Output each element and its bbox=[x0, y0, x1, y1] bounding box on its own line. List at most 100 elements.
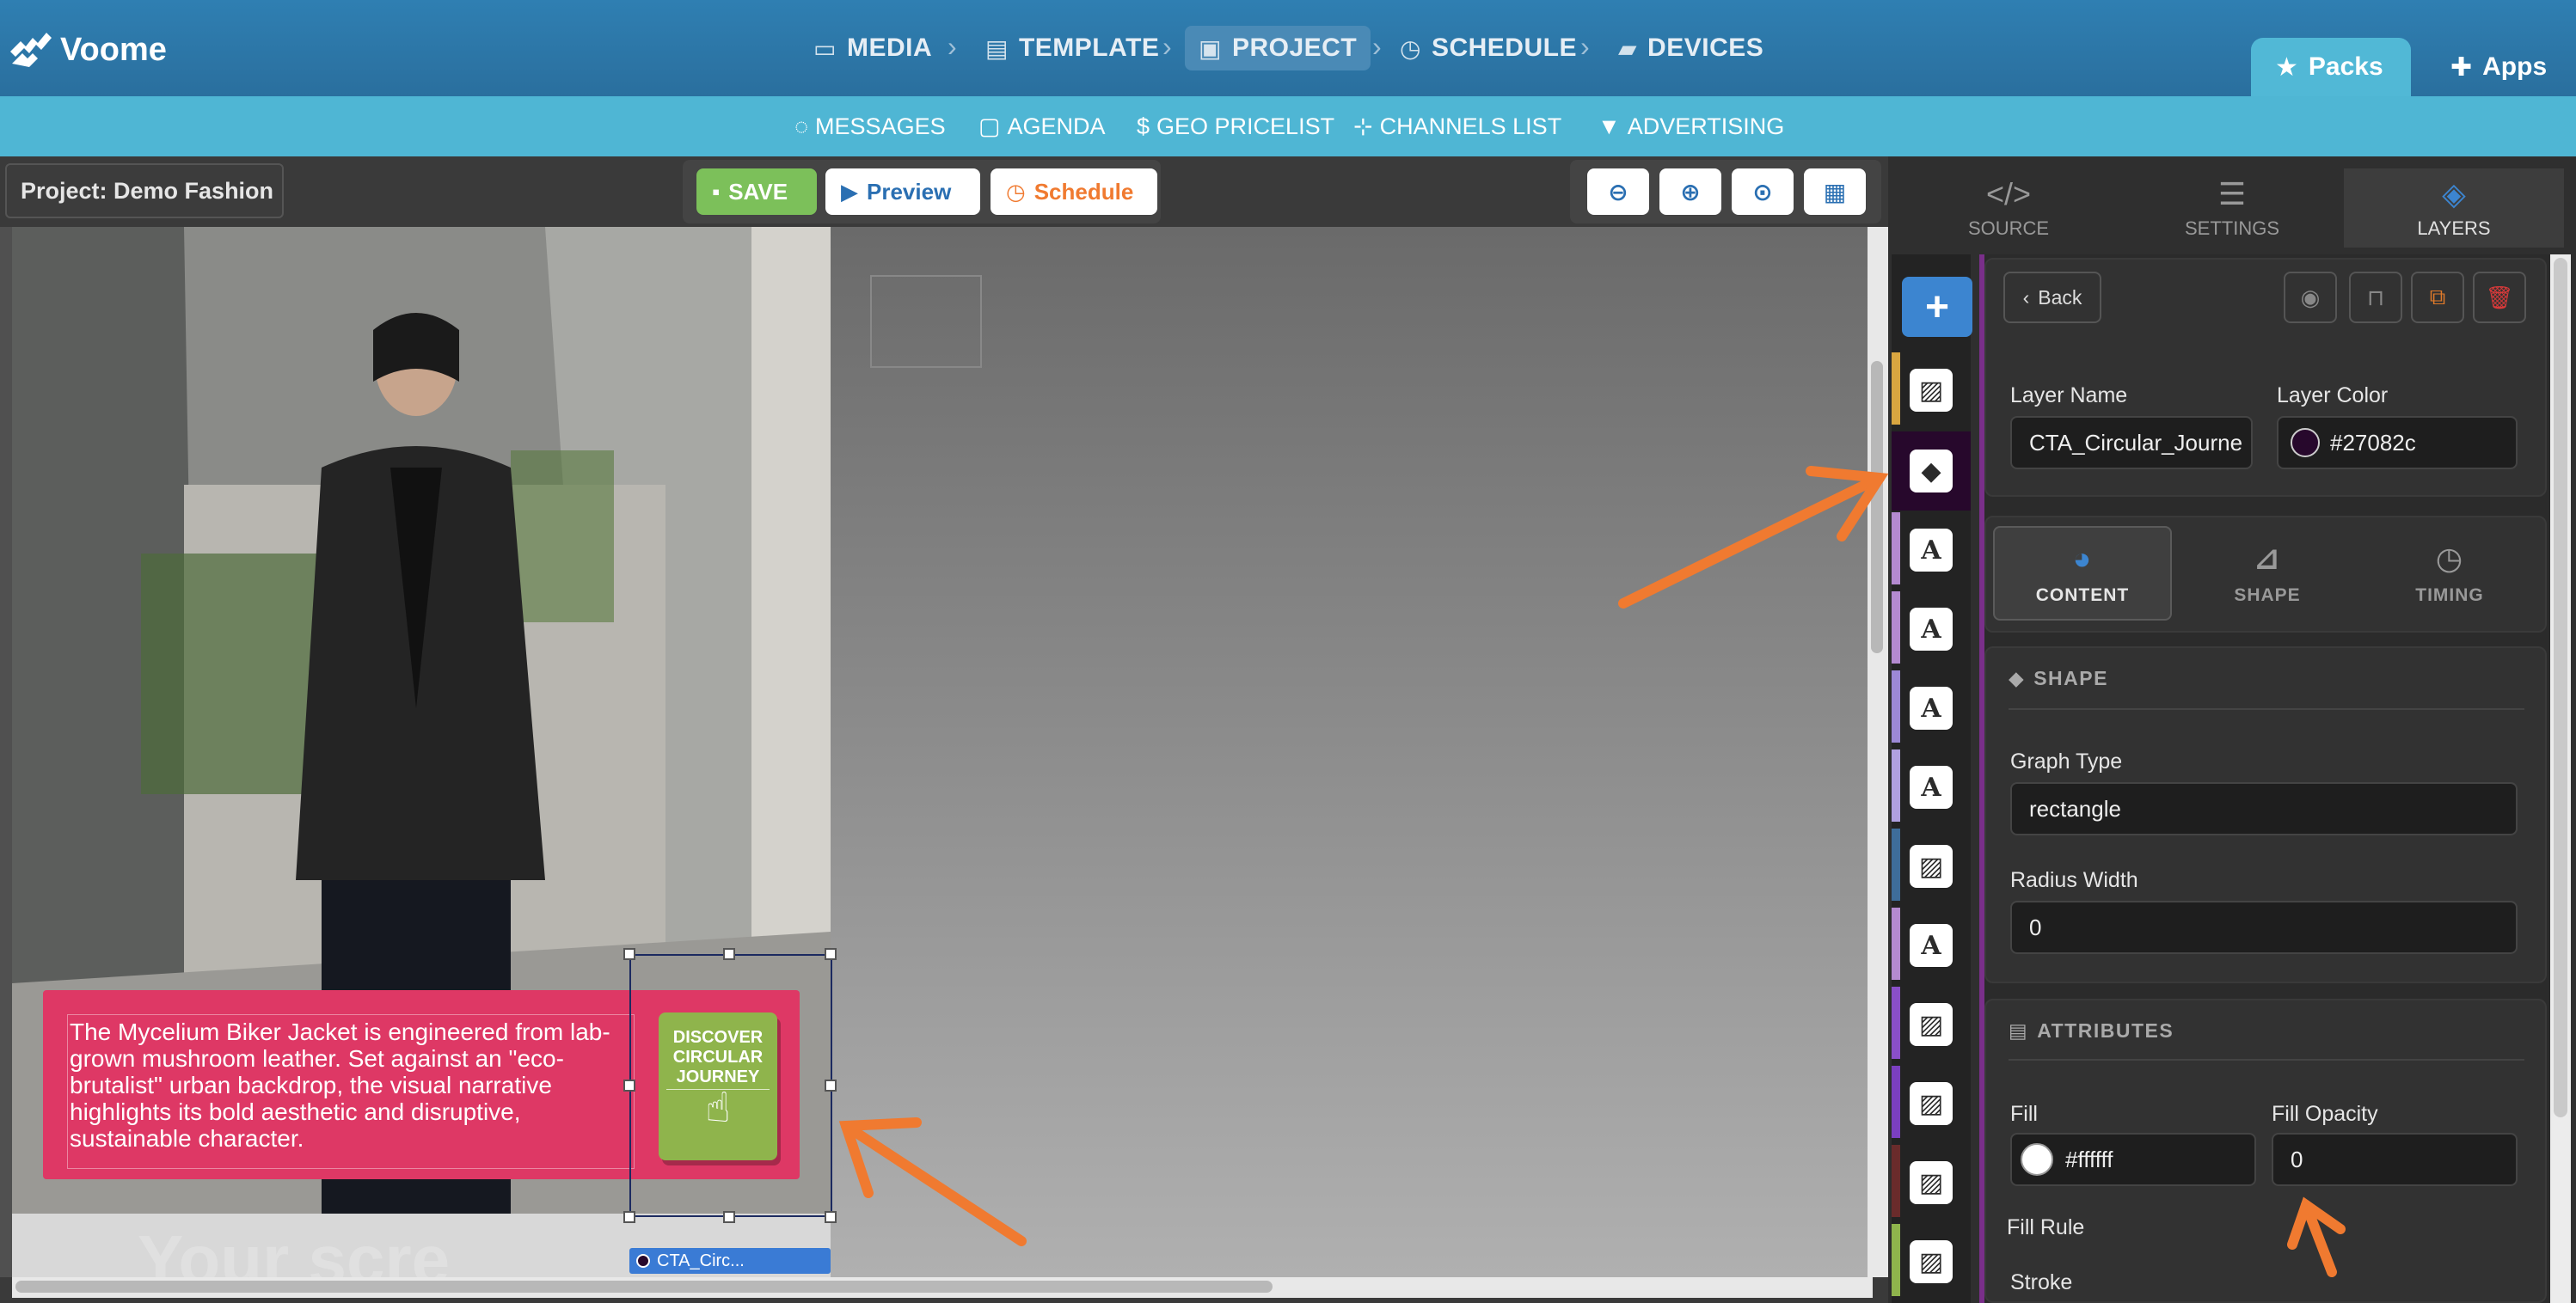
layer-tag-label: CTA_Circ... bbox=[657, 1251, 745, 1270]
layer-item[interactable]: ▨ bbox=[1892, 351, 1971, 430]
filter-dollar-icon: ▼ bbox=[1598, 113, 1621, 139]
chevron-right-icon: › bbox=[1372, 31, 1382, 62]
tab-source[interactable]: </> SOURCE bbox=[1952, 168, 2065, 248]
layer-item[interactable]: ▨ bbox=[1892, 1064, 1971, 1143]
lock-button[interactable]: ⊓ bbox=[2349, 272, 2402, 323]
chevron-right-icon: › bbox=[1162, 31, 1172, 62]
image-icon: ▨ bbox=[1910, 369, 1953, 412]
resize-handle[interactable] bbox=[825, 948, 837, 960]
zoom-out-button[interactable]: ⊖ bbox=[1587, 168, 1649, 215]
vertical-ruler bbox=[0, 227, 12, 1277]
resize-handle[interactable] bbox=[623, 1211, 635, 1223]
back-label: Back bbox=[2038, 285, 2082, 309]
logo-mark-icon bbox=[7, 26, 55, 74]
tab-content[interactable]: ◕ CONTENT bbox=[1993, 526, 2172, 621]
caption-text[interactable]: The Mycelium Biker Jacket is engineered … bbox=[67, 1014, 635, 1169]
layer-item[interactable]: ▨ bbox=[1892, 1143, 1971, 1222]
panel-scroll-thumb[interactable] bbox=[2554, 258, 2567, 1117]
layer-name-label: Layer Name bbox=[2010, 383, 2128, 407]
subnav-geo-pricelist-label: GEO PRICELIST bbox=[1156, 113, 1335, 139]
subnav-channels-list[interactable]: ⊹ CHANNELS LIST bbox=[1353, 110, 1561, 143]
layer-item[interactable]: ▨ bbox=[1892, 985, 1971, 1064]
nav-media-label: MEDIA bbox=[846, 34, 933, 62]
resize-handle[interactable] bbox=[623, 1080, 635, 1092]
delete-button[interactable]: 🗑 bbox=[2473, 272, 2526, 323]
trash-icon: 🗑 bbox=[2485, 284, 2514, 310]
visibility-button[interactable]: ◉ bbox=[2284, 272, 2337, 323]
schedule-button[interactable]: ◷ Schedule bbox=[991, 168, 1157, 215]
text-icon: A bbox=[1910, 608, 1953, 651]
tab-shape[interactable]: ⊿ SHAPE bbox=[2211, 526, 2323, 621]
nav-devices[interactable]: ▰ DEVICES bbox=[1604, 26, 1777, 70]
radius-width-input[interactable]: 0 bbox=[2010, 901, 2518, 954]
layer-item[interactable]: A bbox=[1892, 669, 1971, 748]
packs-label: Packs bbox=[2308, 52, 2383, 81]
play-icon: ▶ bbox=[841, 178, 858, 205]
layer-item[interactable]: ▨ bbox=[1892, 1222, 1971, 1301]
vertical-scroll-thumb[interactable] bbox=[1871, 361, 1883, 653]
resize-handle[interactable] bbox=[825, 1080, 837, 1092]
graph-type-select[interactable]: rectangle bbox=[2010, 782, 2518, 835]
dollar-icon: $ bbox=[1137, 113, 1150, 139]
layer-color-input[interactable]: #27082c bbox=[2277, 416, 2518, 469]
zoom-fit-button[interactable]: ⊙ bbox=[1732, 168, 1794, 215]
text-icon: A bbox=[1910, 766, 1953, 809]
selection-frame[interactable] bbox=[629, 954, 832, 1217]
tab-layers[interactable]: ◈ LAYERS bbox=[2344, 168, 2564, 248]
tab-settings[interactable]: ☰ SETTINGS bbox=[2175, 168, 2289, 248]
save-button[interactable]: ▪ SAVE bbox=[696, 168, 817, 215]
nav-schedule-label: SCHEDULE bbox=[1431, 34, 1577, 62]
subnav-messages-label: MESSAGES bbox=[815, 113, 946, 139]
preview-button[interactable]: ▶ Preview bbox=[825, 168, 980, 215]
fill-opacity-label: Fill Opacity bbox=[2272, 1102, 2378, 1126]
back-button[interactable]: ‹ Back bbox=[2003, 272, 2101, 323]
add-layer-button[interactable]: + bbox=[1902, 277, 1972, 337]
plus-icon: + bbox=[1924, 284, 1950, 330]
project-title: Project: Demo Fashion bbox=[5, 163, 284, 218]
project-icon: ▣ bbox=[1199, 34, 1222, 62]
resize-handle[interactable] bbox=[723, 948, 735, 960]
fill-color-input[interactable]: #ffffff bbox=[2010, 1133, 2256, 1186]
resize-handle[interactable] bbox=[723, 1211, 735, 1223]
zoom-in-button[interactable]: ⊕ bbox=[1659, 168, 1721, 215]
packs-button[interactable]: ★ Packs bbox=[2251, 38, 2411, 96]
layer-item[interactable]: A bbox=[1892, 906, 1971, 985]
voome-logo[interactable]: Voome bbox=[7, 24, 167, 76]
paint-roller-icon: ▤ bbox=[2009, 1019, 2029, 1042]
floppy-icon: ▪ bbox=[712, 178, 721, 205]
selected-layer-tag[interactable]: CTA_Circ... bbox=[629, 1248, 831, 1274]
layer-item[interactable]: A bbox=[1892, 590, 1971, 669]
layer-name-input[interactable]: CTA_Circular_Journe bbox=[2010, 416, 2253, 469]
subnav-channels-list-label: CHANNELS LIST bbox=[1379, 113, 1562, 139]
unlock-icon: ⊓ bbox=[2366, 284, 2385, 310]
subnav-agenda[interactable]: ▢ AGENDA bbox=[978, 110, 1106, 143]
resize-handle[interactable] bbox=[623, 948, 635, 960]
subnav-messages[interactable]: ◌ MESSAGES bbox=[794, 110, 946, 143]
fill-label: Fill bbox=[2010, 1102, 2038, 1126]
layer-item-selected[interactable]: ◆ bbox=[1892, 431, 1971, 511]
layer-item[interactable]: ▨ bbox=[1892, 827, 1971, 906]
tab-shape-label: SHAPE bbox=[2234, 585, 2301, 605]
layer-color-label: Layer Color bbox=[2277, 383, 2389, 407]
empty-placeholder-box[interactable] bbox=[870, 275, 982, 368]
subnav-geo-pricelist[interactable]: $ GEO PRICELIST bbox=[1137, 110, 1334, 143]
nav-template[interactable]: ▤ TEMPLATE bbox=[972, 26, 1173, 70]
nav-schedule[interactable]: ◷ SCHEDULE bbox=[1386, 26, 1591, 70]
nav-project[interactable]: ▣ PROJECT bbox=[1185, 26, 1371, 70]
fill-opacity-input[interactable]: 0 bbox=[2272, 1133, 2518, 1186]
apps-button[interactable]: ✚ Apps bbox=[2426, 38, 2576, 96]
layer-item[interactable]: A bbox=[1892, 511, 1971, 590]
ruler-icon: ⊿ bbox=[2254, 541, 2281, 576]
layer-item[interactable]: A bbox=[1892, 748, 1971, 827]
tab-timing[interactable]: ◷ TIMING bbox=[2394, 526, 2505, 621]
duplicate-button[interactable]: ⧉ bbox=[2411, 272, 2464, 323]
grid-toggle-button[interactable]: ▦ bbox=[1804, 168, 1866, 215]
shape-section-title: ◆ SHAPE bbox=[2009, 667, 2108, 690]
horizontal-scroll-thumb[interactable] bbox=[15, 1281, 1273, 1293]
nav-media[interactable]: ▭ MEDIA bbox=[800, 26, 946, 70]
subnav-advertising[interactable]: ▼ ADVERTISING bbox=[1598, 110, 1784, 143]
subnav-advertising-label: ADVERTISING bbox=[1627, 113, 1785, 139]
attributes-section-title: ▤ ATTRIBUTES bbox=[2009, 1019, 2174, 1043]
resize-handle[interactable] bbox=[825, 1211, 837, 1223]
fill-swatch bbox=[2021, 1143, 2053, 1176]
